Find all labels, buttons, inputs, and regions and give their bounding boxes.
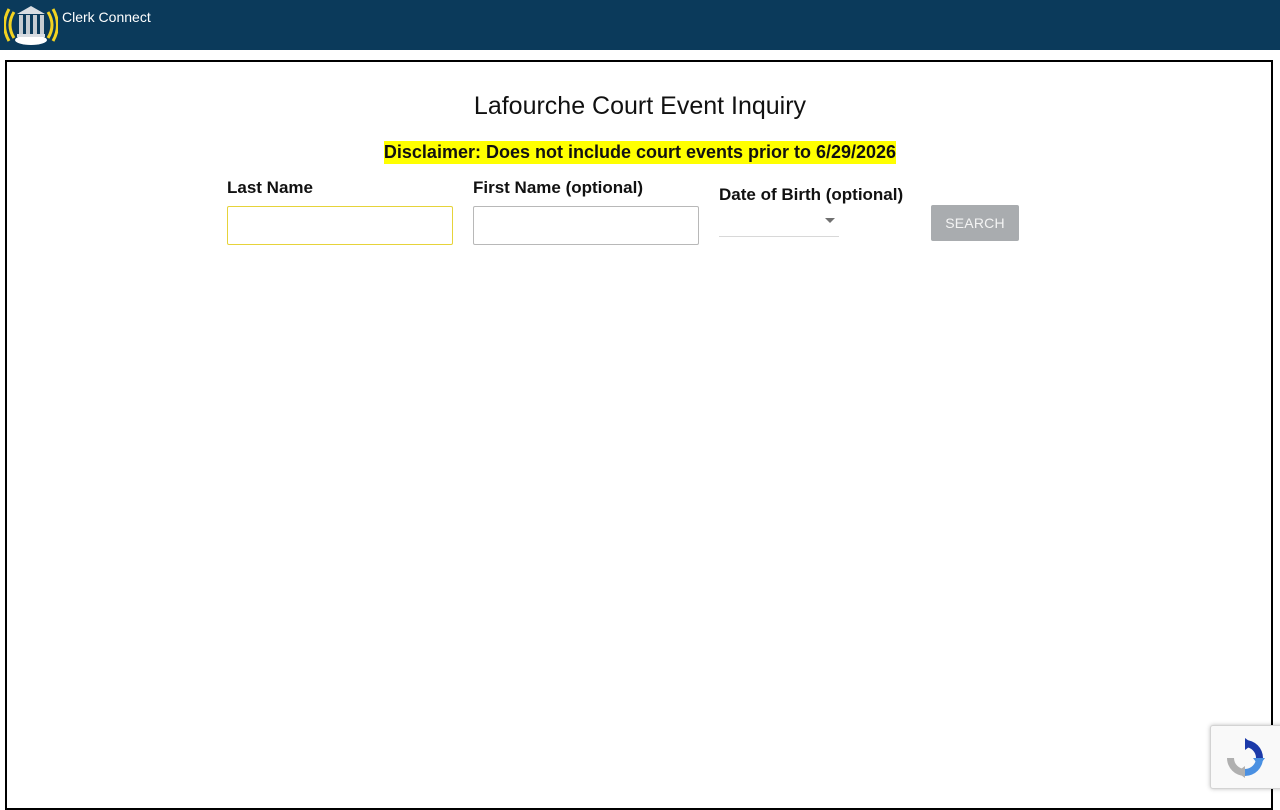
- last-name-input[interactable]: [227, 206, 453, 245]
- dob-label: Date of Birth (optional): [719, 185, 904, 204]
- first-name-input[interactable]: [473, 206, 699, 245]
- page-title: Lafourche Court Event Inquiry: [473, 92, 807, 120]
- recaptcha-icon: [1227, 738, 1265, 778]
- chevron-down-icon[interactable]: [825, 218, 835, 223]
- top-header-bar: Clerk Connect: [0, 0, 1280, 50]
- recaptcha-badge[interactable]: [1210, 725, 1280, 789]
- app-title[interactable]: Clerk Connect: [62, 9, 151, 25]
- content-frame: [5, 60, 1273, 810]
- courthouse-signal-icon[interactable]: [4, 4, 58, 46]
- last-name-label: Last Name: [227, 178, 313, 197]
- disclaimer-text: Disclaimer: Does not include court event…: [383, 141, 897, 164]
- search-button[interactable]: SEARCH: [931, 205, 1019, 241]
- dob-select[interactable]: [719, 210, 839, 237]
- first-name-label: First Name (optional): [473, 178, 644, 197]
- disclaimer-container: Disclaimer: Does not include court event…: [0, 141, 1280, 164]
